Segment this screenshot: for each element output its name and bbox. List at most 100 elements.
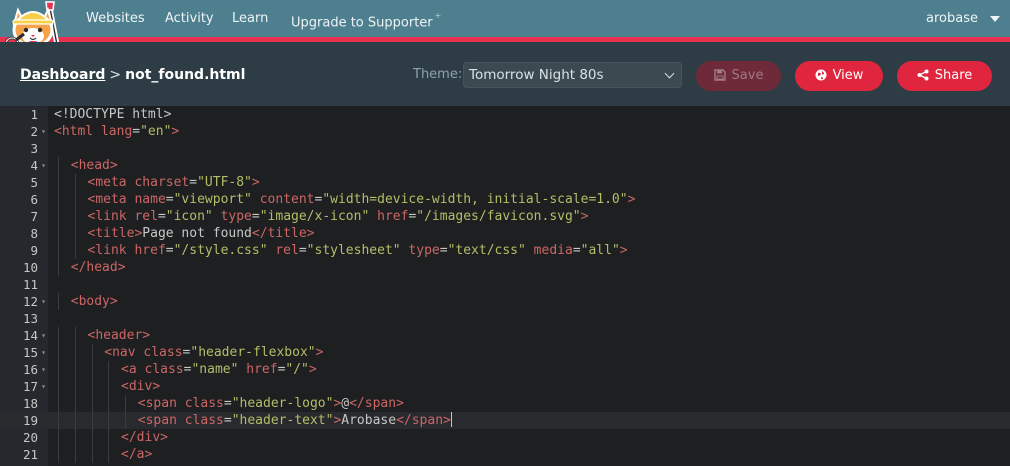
code-line[interactable]: 13 xyxy=(0,310,1010,327)
code-token: </title> xyxy=(251,226,315,241)
indent-guide xyxy=(108,429,110,446)
indent-guide xyxy=(74,327,76,344)
code-token: <!DOCTYPE html> xyxy=(54,107,172,122)
globe-icon xyxy=(815,69,827,80)
breadcrumb: Dashboard > not_found.html xyxy=(20,67,245,83)
share-button[interactable]: Share xyxy=(897,61,992,91)
code-token: <nav xyxy=(104,345,144,360)
top-nav: Websites Activity Learn Upgrade to Suppo… xyxy=(0,0,1010,37)
fold-toggle-icon[interactable]: ▾ xyxy=(39,344,48,361)
line-number: 20 xyxy=(22,430,38,445)
code-token: > xyxy=(251,175,260,190)
code-line[interactable]: 17 ▾ <div> xyxy=(0,378,1010,395)
code-line[interactable]: 15 ▾ <nav class="header-flexbox"> xyxy=(0,344,1010,361)
nav-link-upgrade[interactable]: Upgrade to Supporter + xyxy=(291,11,441,31)
save-button[interactable]: Save xyxy=(696,61,781,91)
code-line[interactable]: 4 ▾ <head> xyxy=(0,157,1010,174)
code-token: "header-logo" xyxy=(231,396,334,411)
code-editor[interactable]: 1 <!DOCTYPE html> 2 ▾ <html lang="en"> 3 4 ▾ <he… xyxy=(0,106,1010,466)
indent-guide xyxy=(74,378,76,395)
code-line[interactable]: 8 <title>Page not found</title> xyxy=(0,225,1010,242)
caret-down-icon[interactable] xyxy=(990,16,1000,22)
code-token: "width=device-width, initial-scale=1.0" xyxy=(322,192,628,207)
breadcrumb-separator: > xyxy=(109,67,122,83)
code-line[interactable]: 10 </head> xyxy=(0,259,1010,276)
code-line[interactable]: 18 <span class="header-logo">@</span> xyxy=(0,395,1010,412)
fold-toggle-icon[interactable]: ▾ xyxy=(39,378,48,395)
line-number: 6 xyxy=(30,192,38,207)
text-cursor xyxy=(450,412,452,427)
line-number: 3 xyxy=(30,141,38,156)
code-line[interactable]: 14 ▾ <header> xyxy=(0,327,1010,344)
code-text: <!DOCTYPE html> xyxy=(54,106,171,123)
code-text: <span class="header-logo">@</span> xyxy=(138,395,404,412)
code-token: > xyxy=(315,345,324,360)
code-token: "header-flexbox" xyxy=(190,345,316,360)
code-line[interactable]: 7 <link rel="icon" type="image/x-icon" hr… xyxy=(0,208,1010,225)
code-token: type xyxy=(220,209,252,224)
code-line[interactable]: 19 <span class="header-text">Arobase</spa… xyxy=(0,412,1010,429)
theme-select[interactable]: Tomorrow Night 80s xyxy=(463,62,682,88)
code-text: <body> xyxy=(71,293,118,310)
fold-toggle-icon[interactable]: ▾ xyxy=(39,293,48,310)
code-line[interactable]: 1 <!DOCTYPE html> xyxy=(0,106,1010,123)
code-token: > xyxy=(619,243,628,258)
nav-link-activity[interactable]: Activity xyxy=(165,11,214,27)
code-line[interactable]: 5 <meta charset="UTF-8"> xyxy=(0,174,1010,191)
code-text: </head> xyxy=(71,259,126,276)
code-text: <link href="/style.css" rel="stylesheet"… xyxy=(88,242,628,259)
user-menu[interactable]: arobase xyxy=(926,11,978,27)
code-token: <a xyxy=(121,362,145,377)
line-number: 1 xyxy=(30,107,38,122)
line-number: 5 xyxy=(30,175,38,190)
code-line[interactable]: 20 </div> xyxy=(0,429,1010,446)
indent-guide xyxy=(58,225,60,242)
indent-guide xyxy=(91,378,93,395)
indent-guide xyxy=(108,395,110,412)
code-token: "/images/favicon.svg" xyxy=(416,209,581,224)
chevron-down-icon xyxy=(664,68,675,79)
indent-guide xyxy=(91,429,93,446)
code-token: <span xyxy=(137,396,185,411)
code-token: charset xyxy=(134,175,190,190)
fold-toggle-icon[interactable]: ▾ xyxy=(39,123,48,140)
code-token: = xyxy=(132,124,141,139)
code-token: type xyxy=(408,243,440,258)
fold-toggle-icon[interactable]: ▾ xyxy=(39,327,48,344)
line-number: 15 xyxy=(22,345,38,360)
code-token: = xyxy=(223,413,232,428)
indent-guide xyxy=(74,412,76,429)
line-number: 19 xyxy=(0,412,38,429)
code-token: "viewport" xyxy=(173,192,252,207)
code-text: </a> xyxy=(121,446,152,463)
code-line[interactable]: 6 <meta name="viewport" content="width=de… xyxy=(0,191,1010,208)
code-token: <title> xyxy=(87,226,143,241)
code-line[interactable]: 16 ▾ <a class="name" href="/"> xyxy=(0,361,1010,378)
indent-guide xyxy=(58,157,60,174)
indent-guide xyxy=(108,361,110,378)
fold-toggle-icon[interactable]: ▾ xyxy=(39,361,48,378)
code-token: </span> xyxy=(349,396,404,411)
code-line[interactable]: 11 xyxy=(0,276,1010,293)
code-token: </div> xyxy=(121,430,168,445)
code-line[interactable]: 9 <link href="/style.css" rel="stylesheet… xyxy=(0,242,1010,259)
save-button-label: Save xyxy=(731,68,764,83)
indent-guide xyxy=(91,412,93,429)
code-line[interactable]: 2 ▾ <html lang="en"> xyxy=(0,123,1010,140)
code-token: "image/x-icon" xyxy=(259,209,370,224)
code-token: "UTF-8" xyxy=(197,175,252,190)
code-text: <a class="name" href="/"> xyxy=(121,361,317,378)
indent-guide xyxy=(74,191,76,208)
code-line[interactable]: 12 ▾ <body> xyxy=(0,293,1010,310)
nav-link-websites[interactable]: Websites xyxy=(86,11,145,27)
line-number: 18 xyxy=(22,396,38,411)
view-button[interactable]: View xyxy=(795,61,883,91)
fold-toggle-icon[interactable]: ▾ xyxy=(39,157,48,174)
code-line[interactable]: 21 </a> xyxy=(0,446,1010,463)
breadcrumb-dashboard-link[interactable]: Dashboard xyxy=(20,67,105,83)
nav-link-learn[interactable]: Learn xyxy=(232,11,268,27)
code-line[interactable]: 3 xyxy=(0,140,1010,157)
line-number: 7 xyxy=(30,209,38,224)
